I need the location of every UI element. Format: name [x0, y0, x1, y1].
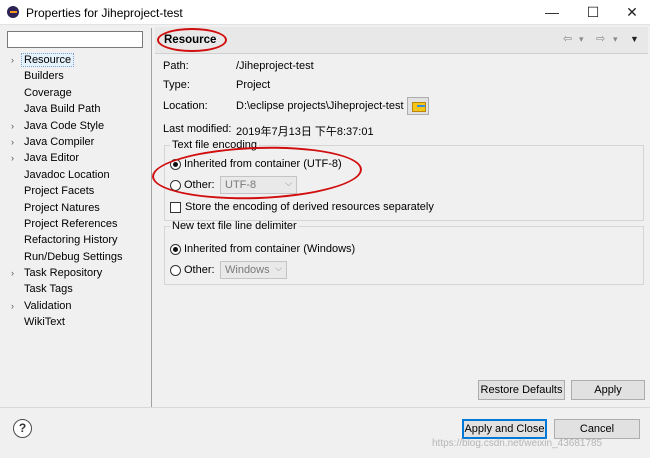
type-label: Type:: [163, 79, 190, 91]
tree-item-javadoc-location[interactable]: Javadoc Location: [4, 167, 150, 183]
tree-item-wikitext[interactable]: WikiText: [4, 314, 150, 330]
tree-item-project-facets[interactable]: Project Facets: [4, 183, 150, 199]
path-row: Path: /Jiheproject-test: [163, 60, 314, 72]
view-menu-icon[interactable]: ▼: [630, 34, 639, 44]
tree-item-java-compiler[interactable]: › Java Compiler: [4, 134, 150, 150]
radio-unselected-icon: [170, 264, 181, 276]
delimiter-inherited-radio[interactable]: Inherited from container (Windows): [170, 243, 355, 255]
tree-item-task-tags[interactable]: Task Tags: [4, 281, 150, 297]
checkbox-icon: [170, 201, 181, 213]
modified-label: Last modified:: [163, 123, 232, 135]
tree-item-validation[interactable]: › Validation: [4, 298, 150, 314]
cancel-button[interactable]: Cancel: [554, 419, 640, 439]
tree-item-java-code-style[interactable]: › Java Code Style: [4, 118, 150, 134]
path-value: /Jiheproject-test: [236, 60, 314, 72]
delimiter-other-radio[interactable]: Other:: [170, 264, 215, 276]
modified-value: 2019年7月13日 下午8:37:01: [236, 126, 374, 138]
radio-selected-icon: [170, 243, 181, 255]
help-icon[interactable]: ?: [13, 419, 32, 438]
tree-item-refactoring-history[interactable]: Refactoring History: [4, 232, 150, 248]
property-tree: › Resource Builders Coverage Java Build P…: [4, 52, 150, 331]
back-arrow-icon[interactable]: ⇦: [563, 32, 572, 45]
tree-item-project-references[interactable]: Project References: [4, 216, 150, 232]
forward-arrow-icon[interactable]: ⇨: [596, 32, 605, 45]
expand-arrow-icon[interactable]: ›: [11, 298, 14, 314]
tree-item-java-editor[interactable]: › Java Editor: [4, 150, 150, 166]
eclipse-icon: [7, 6, 19, 18]
title-bar: Properties for Jiheproject-test — ☐ ✕: [0, 0, 650, 25]
expand-arrow-icon[interactable]: ›: [11, 52, 14, 68]
store-derived-encoding-checkbox[interactable]: Store the encoding of derived resources …: [170, 201, 434, 213]
close-button[interactable]: ✕: [615, 2, 649, 23]
type-row: Type: Project: [163, 79, 270, 91]
type-value: Project: [236, 79, 271, 91]
expand-arrow-icon[interactable]: ›: [11, 265, 14, 281]
sash-divider[interactable]: [151, 28, 152, 408]
tree-item-project-natures[interactable]: Project Natures: [4, 200, 150, 216]
apply-and-close-button[interactable]: Apply and Close: [462, 419, 547, 439]
line-delimiter-legend: New text file line delimiter: [172, 220, 297, 232]
tree-item-coverage[interactable]: Coverage: [4, 85, 150, 101]
path-label: Path:: [163, 60, 189, 72]
maximize-button[interactable]: ☐: [576, 2, 610, 23]
minimize-button[interactable]: —: [535, 2, 569, 23]
footer-divider: [0, 407, 650, 408]
tree-item-builders[interactable]: Builders: [4, 68, 150, 84]
restore-defaults-button[interactable]: Restore Defaults: [478, 380, 565, 400]
expand-arrow-icon[interactable]: ›: [11, 150, 14, 166]
show-in-system-explorer-button[interactable]: [407, 97, 429, 115]
watermark: https://blog.csdn.net/weixin_43681785: [432, 438, 603, 449]
apply-button[interactable]: Apply: [571, 380, 645, 400]
delimiter-other-select[interactable]: Windows ⌵: [220, 261, 287, 279]
location-value: D:\eclipse projects\Jiheproject-test: [236, 100, 404, 112]
expand-arrow-icon[interactable]: ›: [11, 134, 14, 150]
tree-item-task-repository[interactable]: › Task Repository: [4, 265, 150, 281]
modified-row: Last modified: 2019年7月13日 下午8:37:01: [163, 123, 374, 138]
page-header: Resource ⇦ ▾ ⇨ ▾ ▼: [155, 27, 648, 54]
red-annotation-circle: [157, 28, 227, 52]
chevron-down-icon: ⌵: [275, 263, 282, 273]
back-menu-icon[interactable]: ▾: [579, 34, 584, 45]
tree-item-resource[interactable]: › Resource: [4, 52, 150, 68]
tree-item-run-debug-settings[interactable]: Run/Debug Settings: [4, 249, 150, 265]
window-title: Properties for Jiheproject-test: [26, 6, 183, 20]
forward-menu-icon[interactable]: ▾: [613, 34, 618, 45]
location-row: Location: D:\eclipse projects\Jiheprojec…: [163, 100, 404, 112]
filter-input[interactable]: [7, 31, 143, 48]
tree-item-java-build-path[interactable]: Java Build Path: [4, 101, 150, 117]
location-label: Location:: [163, 100, 208, 112]
expand-arrow-icon[interactable]: ›: [11, 118, 14, 134]
